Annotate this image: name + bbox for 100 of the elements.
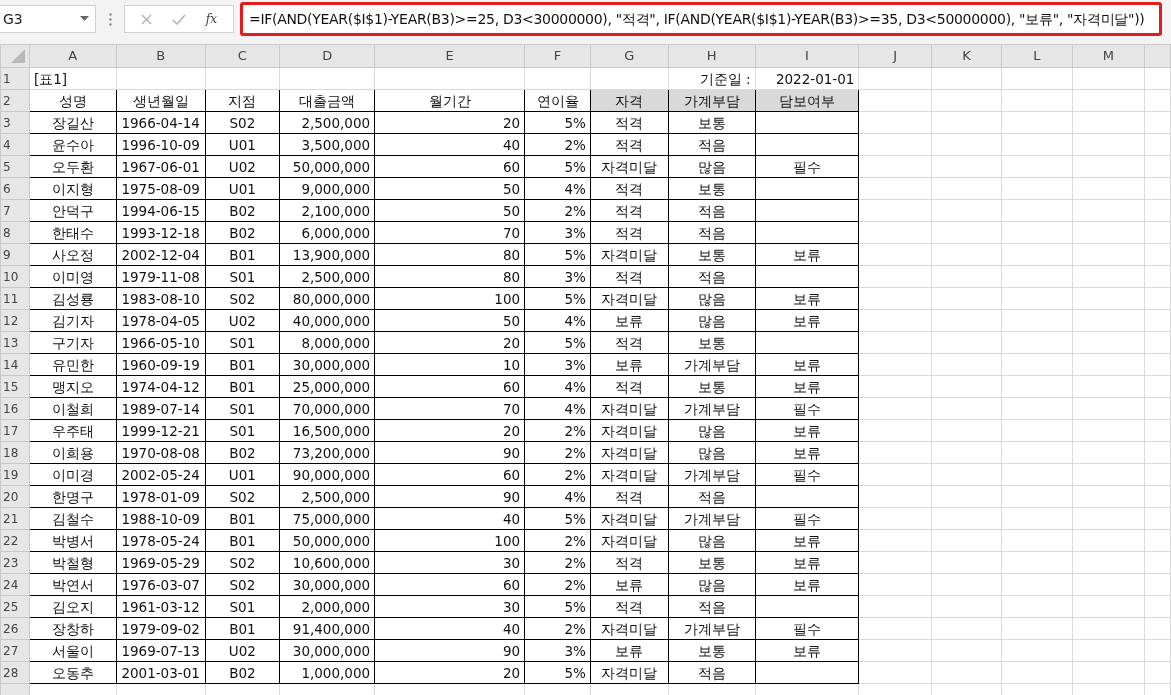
column-header[interactable]: A (29, 44, 117, 68)
row-header[interactable]: 8 (0, 221, 30, 244)
row-header[interactable]: 3 (0, 111, 30, 134)
table-cell: 많음 (668, 573, 756, 596)
table-cell: 90 (374, 639, 525, 662)
table-cell: 2% (524, 133, 591, 156)
row-header[interactable]: 10 (0, 265, 30, 288)
column-header[interactable]: D (279, 44, 375, 68)
column-header[interactable]: B (116, 44, 206, 68)
table-cell: 윤수아 (29, 133, 117, 156)
table-cell: 자격미달 (590, 529, 669, 552)
row-header[interactable]: 2 (0, 89, 30, 112)
table-cell: 1970-08-08 (116, 441, 206, 464)
row-header[interactable]: 21 (0, 507, 30, 530)
row-header[interactable]: 13 (0, 331, 30, 354)
table-cell: 2,100,000 (279, 199, 375, 222)
column-header[interactable]: H (668, 44, 756, 68)
row-header[interactable]: 12 (0, 309, 30, 332)
insert-function-button[interactable]: fx (205, 10, 217, 28)
table-cell: 보류 (755, 419, 859, 442)
row-header[interactable]: 6 (0, 177, 30, 200)
table-cell: 60 (374, 573, 525, 596)
table-cell: 이철희 (29, 397, 117, 420)
row-header[interactable]: 4 (0, 133, 30, 156)
table-cell: S02 (205, 111, 280, 134)
table-cell: 보류 (755, 243, 859, 266)
table-cell: 1966-05-10 (116, 331, 206, 354)
table-cell: 한명구 (29, 485, 117, 508)
table-cell: 40,000,000 (279, 309, 375, 332)
table-cell: 30 (374, 595, 525, 618)
table-cell: 40 (374, 617, 525, 640)
column-header[interactable]: F (524, 44, 591, 68)
table-cell: 1961-03-12 (116, 595, 206, 618)
table-cell: U01 (205, 463, 280, 486)
table-cell: 80 (374, 243, 525, 266)
table-cell: S01 (205, 595, 280, 618)
row-header[interactable]: 5 (0, 155, 30, 178)
row-header[interactable]: 27 (0, 639, 30, 662)
column-header[interactable]: C (205, 44, 280, 68)
table-cell: 2002-05-24 (116, 463, 206, 486)
table-cell: 1979-11-08 (116, 265, 206, 288)
table-cell: 5% (524, 155, 591, 178)
table-cell: 적격 (590, 111, 669, 134)
dropdown-caret-icon[interactable] (80, 16, 89, 22)
table-cell: 1976-03-07 (116, 573, 206, 596)
column-header[interactable]: M (1072, 44, 1145, 68)
table-cell: 보통 (668, 243, 756, 266)
row-header[interactable]: 1 (0, 67, 30, 90)
table-cell: 박연서 (29, 573, 117, 596)
row-header[interactable]: 24 (0, 573, 30, 596)
table-cell: 3% (524, 265, 591, 288)
column-header[interactable]: G (590, 44, 669, 68)
row-header[interactable]: 26 (0, 617, 30, 640)
table-cell: 60 (374, 463, 525, 486)
table-cell: 2,500,000 (279, 265, 375, 288)
table-cell: 적격 (590, 265, 669, 288)
column-header[interactable]: E (374, 44, 525, 68)
row-header[interactable]: 25 (0, 595, 30, 618)
table-cell: 20 (374, 331, 525, 354)
table-cell: 50 (374, 177, 525, 200)
column-header[interactable]: J (858, 44, 932, 68)
drag-handle-icon[interactable] (108, 12, 112, 26)
row-header[interactable]: 22 (0, 529, 30, 552)
column-header[interactable]: L (1001, 44, 1073, 68)
check-icon[interactable] (171, 13, 186, 25)
table-cell: 오동추 (29, 661, 117, 684)
table-cell: 자격미달 (590, 155, 669, 178)
formula-field[interactable]: =IF(AND(YEAR($I$1)-YEAR(B3)>=25, D3<30000000), "적격", IF(AND(YEAR($I$1)-YEAR(B3)>=35, D3<50000000), "보류", "자격미달")) (240, 2, 1162, 36)
table-cell: 30,000,000 (279, 353, 375, 376)
column-header[interactable]: I (755, 44, 859, 68)
column-heading: 월기간 (374, 89, 525, 112)
row-header[interactable]: 7 (0, 199, 30, 222)
table-cell: 2% (524, 617, 591, 640)
table-cell: 자격미달 (590, 617, 669, 640)
table-cell: 보통 (668, 375, 756, 398)
row-header[interactable]: 23 (0, 551, 30, 574)
table-cell: 김성룡 (29, 287, 117, 310)
table-cell: 이지형 (29, 177, 117, 200)
table-cell: B01 (205, 529, 280, 552)
row-header[interactable]: 15 (0, 375, 30, 398)
row-header[interactable]: 19 (0, 463, 30, 486)
row-header[interactable]: 18 (0, 441, 30, 464)
table-cell: 많음 (668, 441, 756, 464)
row-header[interactable]: 16 (0, 397, 30, 420)
row-header[interactable]: 28 (0, 661, 30, 684)
table-cell: 1,000,000 (279, 661, 375, 684)
table-cell: 50,000,000 (279, 155, 375, 178)
row-header[interactable]: 20 (0, 485, 30, 508)
table-cell: 박철형 (29, 551, 117, 574)
row-header[interactable]: 17 (0, 419, 30, 442)
cancel-icon[interactable] (140, 13, 152, 25)
row-header[interactable]: 11 (0, 287, 30, 310)
select-all-icon[interactable] (11, 49, 25, 63)
name-box[interactable]: G3 (0, 5, 96, 33)
table-cell: 김기자 (29, 309, 117, 332)
table-cell: 1978-05-24 (116, 529, 206, 552)
table-cell: 5% (524, 243, 591, 266)
column-header[interactable]: K (931, 44, 1002, 68)
row-header[interactable]: 14 (0, 353, 30, 376)
row-header[interactable]: 9 (0, 243, 30, 266)
